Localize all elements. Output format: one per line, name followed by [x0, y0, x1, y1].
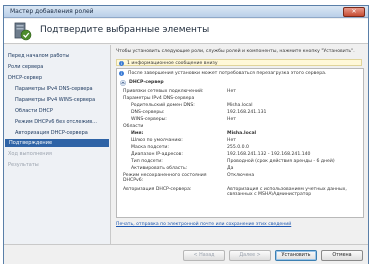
- row-label: Авторизация DHCP-сервера:: [123, 187, 192, 192]
- nav-item-server-roles[interactable]: Роли сервера: [8, 63, 113, 71]
- window-title: Мастер добавления ролей: [10, 8, 94, 15]
- nav-item-dhcp-scopes[interactable]: Области DHCP: [15, 107, 120, 115]
- row-label: Диапазон IP-адресов:: [131, 152, 183, 157]
- print-email-save-link[interactable]: Печать, отправка по электронной почте ил…: [116, 222, 291, 227]
- row-label: Имя:: [131, 131, 144, 136]
- row-label: Режим несохраненного состояния DHCPv6:: [123, 173, 207, 183]
- row-label: DNS-серверы:: [131, 110, 165, 115]
- row-value: 192.168.241.132 - 192.168.241.140: [227, 152, 311, 157]
- nav-item-ipv4-dns[interactable]: Параметры IPv4 DNS-сервера: [15, 85, 120, 93]
- wizard-footer: < Назад Далее > Установить Отмена: [4, 244, 368, 264]
- nav-item-dhcpv6-mode[interactable]: Режим DHCPv6 без отслежив...: [15, 118, 120, 126]
- row-label: Шлюз по умолчанию:: [131, 138, 183, 143]
- row-label: Маска подсети:: [131, 145, 169, 150]
- row-value: Нет: [227, 89, 236, 94]
- back-button: < Назад: [183, 250, 225, 261]
- row-label: Тип подсети:: [131, 159, 163, 164]
- install-button[interactable]: Установить: [275, 250, 317, 261]
- page-title: Подтвердите выбранные элементы: [40, 25, 210, 35]
- row-value: Да: [227, 166, 234, 171]
- add-roles-wizard-window: Мастер добавления ролей ✕ Подтвердите вы…: [3, 5, 369, 264]
- wizard-content: Чтобы установить следующие роли, службы …: [116, 46, 364, 242]
- nav-item-progress: Ход выполнения: [8, 151, 52, 157]
- row-value: Нет: [227, 117, 236, 122]
- row-value: Нет: [227, 138, 236, 143]
- row-label: Активировать область:: [131, 166, 188, 171]
- info-message-bar: i 1 информационное сообщение внизу: [116, 59, 362, 66]
- next-button: Далее >: [229, 250, 271, 261]
- restart-warning: После завершения установки может потребо…: [128, 71, 327, 76]
- title-bar[interactable]: Мастер добавления ролей ✕: [4, 6, 368, 18]
- nav-item-confirmation[interactable]: Подтверждение: [5, 139, 109, 147]
- nav-item-results: Результаты: [8, 162, 39, 168]
- row-label: WINS-серверы:: [131, 117, 167, 122]
- row-value: Авторизация с использованием учетных дан…: [227, 187, 347, 197]
- nav-item-ipv4-wins[interactable]: Параметры IPv4 WINS-сервера: [15, 96, 120, 104]
- row-value: 255.0.0.0: [227, 145, 249, 150]
- nav-item-dhcp-authorization[interactable]: Авторизация DHCP-сервера: [15, 129, 120, 137]
- row-label: Области: [123, 124, 144, 129]
- info-icon: i: [119, 71, 124, 76]
- row-value: Misha.local: [227, 103, 253, 108]
- row-value: Отключена: [227, 173, 255, 178]
- row-label: Родительский домен DNS:: [131, 103, 195, 108]
- row-value: Misha.local: [227, 131, 257, 136]
- wizard-header: Подтвердите выбранные элементы: [4, 19, 368, 44]
- row-value: Проводной (срок действия аренды - 6 дней…: [227, 159, 335, 164]
- confirmation-details-panel[interactable]: i После завершения установки может потре…: [116, 68, 364, 218]
- close-button[interactable]: ✕: [343, 7, 365, 17]
- row-value: 192.168.241.131: [227, 110, 267, 115]
- intro-text: Чтобы установить следующие роли, службы …: [116, 49, 355, 54]
- nav-item-before-you-begin[interactable]: Перед началом работы: [8, 52, 113, 60]
- server-roles-icon: [14, 22, 32, 41]
- info-message-text: 1 информационное сообщение внизу: [127, 60, 218, 66]
- nav-item-dhcp-server[interactable]: DHCP-сервер: [8, 74, 113, 82]
- wizard-navigation: Перед началом работы Роли сервера DHCP-с…: [4, 45, 111, 244]
- row-label: Привязки сетевых подключений:: [123, 89, 204, 94]
- row-label: Параметры IPv4 DNS-сервера: [123, 96, 195, 101]
- info-icon: i: [119, 60, 124, 66]
- chevron-up-icon[interactable]: [120, 80, 126, 86]
- cancel-button[interactable]: Отмена: [321, 250, 363, 261]
- section-dhcp-server: DHCP-сервер: [129, 80, 164, 85]
